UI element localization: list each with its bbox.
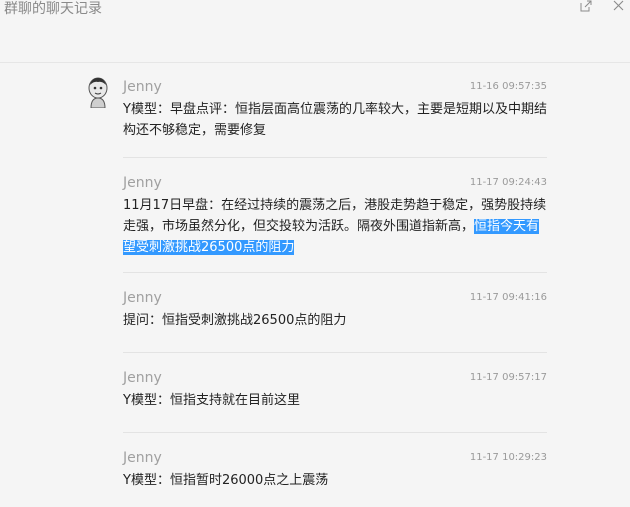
- message-text: 提问：恒指受刺激挑战26500点的阻力: [123, 313, 347, 328]
- message-item: Jenny 11-17 09:24:43 11月17日早盘：在经过持续的震荡之后…: [123, 174, 547, 266]
- sender-name: Jenny: [123, 290, 162, 306]
- message-timestamp: 11-17 10:29:23: [469, 452, 547, 463]
- message-text: Y模型：恒指支持就在目前这里: [123, 393, 300, 408]
- window-title: 群聊的聊天记录: [4, 1, 102, 17]
- sender-name: Jenny: [123, 175, 162, 191]
- avatar[interactable]: [86, 76, 110, 109]
- sender-name: Jenny: [123, 79, 162, 95]
- title-divider: [0, 62, 630, 63]
- message-divider: [123, 157, 547, 158]
- message-item: Jenny 11-17 09:57:17 Y模型：恒指支持就在目前这里: [123, 369, 547, 413]
- close-icon[interactable]: [610, 0, 626, 14]
- sender-name: Jenny: [123, 450, 162, 466]
- message-item: Jenny 11-16 09:57:35 Y模型：早盘点评：恒指层面高位震荡的几…: [123, 78, 547, 144]
- message-divider: [123, 272, 547, 273]
- open-external-icon[interactable]: [578, 0, 594, 14]
- message-text: Y模型：恒指暂时26000点之上震荡: [123, 473, 329, 488]
- message-divider: [123, 352, 547, 353]
- message-divider: [123, 432, 547, 433]
- message-timestamp: 11-17 09:57:17: [469, 372, 547, 383]
- message-text: 11月17日早盘：在经过持续的震荡之后，港股走势趋于稳定，强势股持续走强，市场虽…: [123, 195, 547, 258]
- message-item: Jenny 11-17 10:29:23 Y模型：恒指暂时26000点之上震荡: [123, 449, 547, 493]
- title-bar: 群聊的聊天记录: [0, 0, 630, 62]
- message-timestamp: 11-17 09:41:16: [469, 292, 547, 303]
- message-timestamp: 11-16 09:57:35: [469, 81, 547, 92]
- message-timestamp: 11-17 09:24:43: [469, 177, 547, 188]
- sender-name: Jenny: [123, 370, 162, 386]
- message-item: Jenny 11-17 09:41:16 提问：恒指受刺激挑战26500点的阻力: [123, 289, 547, 333]
- message-text: Y模型：早盘点评：恒指层面高位震荡的几率较大，主要是短期以及中期结构还不够稳定，…: [123, 102, 547, 138]
